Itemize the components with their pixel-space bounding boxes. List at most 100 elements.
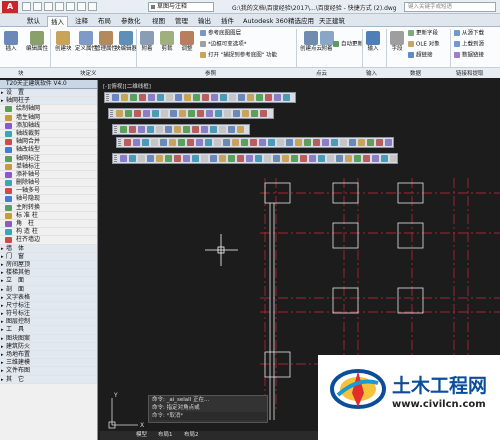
toolbar-tool-icon[interactable] bbox=[237, 126, 244, 133]
sidebar-item[interactable]: 轴网柱子 bbox=[0, 97, 97, 106]
toolbar-tool-icon[interactable] bbox=[300, 155, 307, 162]
panel-label-linking[interactable]: 链接和提取 bbox=[456, 69, 484, 77]
undo-icon[interactable] bbox=[77, 2, 86, 11]
toolbar-tool-icon[interactable] bbox=[174, 155, 181, 162]
toolbar-tool-icon[interactable] bbox=[156, 155, 163, 162]
toolbar-tool-icon[interactable] bbox=[247, 94, 254, 101]
toolbar-tool-icon[interactable] bbox=[211, 94, 218, 101]
sidebar-item[interactable]: 主附转换 bbox=[0, 204, 97, 212]
field-button[interactable]: 字段 bbox=[390, 31, 404, 52]
toolbar-tool-icon[interactable] bbox=[381, 155, 388, 162]
tab-annotate[interactable]: 注释 bbox=[72, 16, 91, 27]
adjust-button[interactable]: 调整 bbox=[180, 31, 194, 52]
toolbar-tool-icon[interactable] bbox=[165, 155, 172, 162]
toolbar-tool-icon[interactable] bbox=[166, 94, 173, 101]
ole-object-button[interactable]: OLE 对象 bbox=[408, 41, 440, 49]
toolbar-tool-icon[interactable] bbox=[354, 155, 361, 162]
sidebar-item[interactable]: 绘制轴网 bbox=[0, 105, 97, 114]
toolbar-tool-icon[interactable] bbox=[134, 110, 141, 117]
toolbar-tool-icon[interactable] bbox=[345, 155, 352, 162]
toolbar-tool-icon[interactable] bbox=[152, 110, 159, 117]
toolbar-tool-icon[interactable] bbox=[282, 155, 289, 162]
toolbar-tool-icon[interactable] bbox=[390, 155, 397, 162]
toolbar-tool-icon[interactable] bbox=[193, 94, 200, 101]
toolbar-tool-icon[interactable] bbox=[229, 94, 236, 101]
toolbar-tool-icon[interactable] bbox=[223, 139, 230, 146]
panel-label-block-definition[interactable]: 块定义 bbox=[80, 69, 97, 77]
toolbar-tool-icon[interactable] bbox=[165, 126, 172, 133]
toolbar-tool-icon[interactable] bbox=[183, 126, 190, 133]
sidebar-item[interactable]: 轴改线型 bbox=[0, 146, 97, 155]
toolbar-tool-icon[interactable] bbox=[210, 155, 217, 162]
tab-model[interactable]: 模型 bbox=[136, 431, 147, 440]
toolbar-tool-icon[interactable] bbox=[385, 139, 392, 146]
toolbar-tool-icon[interactable] bbox=[242, 110, 249, 117]
toolbar-tool-icon[interactable] bbox=[161, 110, 168, 117]
sidebar-item[interactable]: 门 窗 bbox=[0, 252, 97, 261]
tab-parametric[interactable]: 参数化 bbox=[118, 16, 144, 27]
toolbar-tool-icon[interactable] bbox=[265, 94, 272, 101]
toolbar-tool-icon[interactable] bbox=[130, 94, 137, 101]
toolbar-tool-icon[interactable] bbox=[304, 139, 311, 146]
panel-label-import[interactable]: 输入 bbox=[366, 69, 377, 77]
toolbar-tool-icon[interactable] bbox=[246, 155, 253, 162]
clip-button[interactable]: 剪裁 bbox=[160, 31, 174, 52]
toolbar-tool-icon[interactable] bbox=[116, 110, 123, 117]
panel-label-data[interactable]: 数据 bbox=[410, 69, 421, 77]
create-block-button[interactable]: 创建块 bbox=[55, 31, 72, 52]
toolbar-tool-icon[interactable] bbox=[313, 139, 320, 146]
toolbar-tool-icon[interactable] bbox=[187, 139, 194, 146]
toolbar-tool-icon[interactable] bbox=[327, 155, 334, 162]
toolbar-tool-icon[interactable] bbox=[178, 139, 185, 146]
toolbar-tool-icon[interactable] bbox=[192, 126, 199, 133]
toolbar-tool-icon[interactable] bbox=[241, 139, 248, 146]
toolbar-tool-icon[interactable] bbox=[147, 126, 154, 133]
toolbar-tool-icon[interactable] bbox=[268, 139, 275, 146]
sidebar-item[interactable]: 添加轴线 bbox=[0, 122, 97, 130]
panel-label-reference[interactable]: 参照 bbox=[205, 69, 216, 77]
toolbar-tool-icon[interactable] bbox=[151, 139, 158, 146]
toolbar-tool-icon[interactable] bbox=[214, 139, 221, 146]
toolbar-tool-icon[interactable] bbox=[331, 139, 338, 146]
insert-block-button[interactable]: 插入 bbox=[4, 31, 18, 52]
toolbar-tool-icon[interactable] bbox=[238, 94, 245, 101]
toolbar-tool-icon[interactable] bbox=[205, 139, 212, 146]
sidebar-item[interactable]: 一轴多号 bbox=[0, 187, 97, 196]
toolbar-tool-icon[interactable] bbox=[255, 155, 262, 162]
toolbar-tool-icon[interactable] bbox=[219, 155, 226, 162]
toolbar-tool-icon[interactable] bbox=[188, 110, 195, 117]
search-input[interactable]: 键入关键字或短语 bbox=[404, 2, 496, 12]
toolbar-tool-icon[interactable] bbox=[197, 110, 204, 117]
sidebar-item[interactable]: 图层控制 bbox=[0, 318, 97, 327]
toolbar-tool-icon[interactable] bbox=[273, 155, 280, 162]
toolbar-tool-icon[interactable] bbox=[120, 155, 127, 162]
sidebar-item[interactable]: 建筑防火 bbox=[0, 342, 97, 351]
open-file-icon[interactable] bbox=[33, 2, 42, 11]
toolbar-tool-icon[interactable] bbox=[121, 94, 128, 101]
toolbar-tool-icon[interactable] bbox=[133, 139, 140, 146]
tab-view[interactable]: 视图 bbox=[149, 16, 168, 27]
panel-label-point-cloud[interactable]: 点云 bbox=[316, 69, 327, 77]
toolbar-tool-icon[interactable] bbox=[336, 155, 343, 162]
tab-layout1[interactable]: 布局1 bbox=[158, 431, 173, 440]
toolbar-tool-icon[interactable] bbox=[148, 94, 155, 101]
sidebar-item[interactable]: 图块图案 bbox=[0, 334, 97, 343]
save-as-icon[interactable] bbox=[55, 2, 64, 11]
edit-attribute-button[interactable]: 编辑属性 bbox=[26, 31, 48, 52]
sidebar-item[interactable]: 轴网合并 bbox=[0, 138, 97, 147]
update-fields-button[interactable]: 更新字段 bbox=[408, 30, 438, 38]
sidebar-item[interactable]: 角 柱 bbox=[0, 220, 97, 229]
underlay-layers-button[interactable]: 参考底图图层 bbox=[200, 30, 241, 38]
tab-insert[interactable]: 插入 bbox=[47, 16, 68, 27]
toolbar-tool-icon[interactable] bbox=[179, 110, 186, 117]
toolbar-tool-icon[interactable] bbox=[183, 155, 190, 162]
application-menu-button[interactable]: A bbox=[2, 1, 18, 13]
toolbar-tool-icon[interactable] bbox=[295, 139, 302, 146]
toolbar-tool-icon[interactable] bbox=[228, 126, 235, 133]
toolbar-tool-icon[interactable] bbox=[220, 94, 227, 101]
snap-underlay-button[interactable]: 打开 "捕捉到参考底图" 功能 bbox=[200, 52, 277, 60]
sidebar-item[interactable]: 场地布置 bbox=[0, 351, 97, 360]
block-editor-button[interactable]: 块编辑器 bbox=[115, 31, 137, 52]
toolbar-tool-icon[interactable] bbox=[286, 139, 293, 146]
import-button[interactable]: 输入 bbox=[366, 31, 380, 52]
